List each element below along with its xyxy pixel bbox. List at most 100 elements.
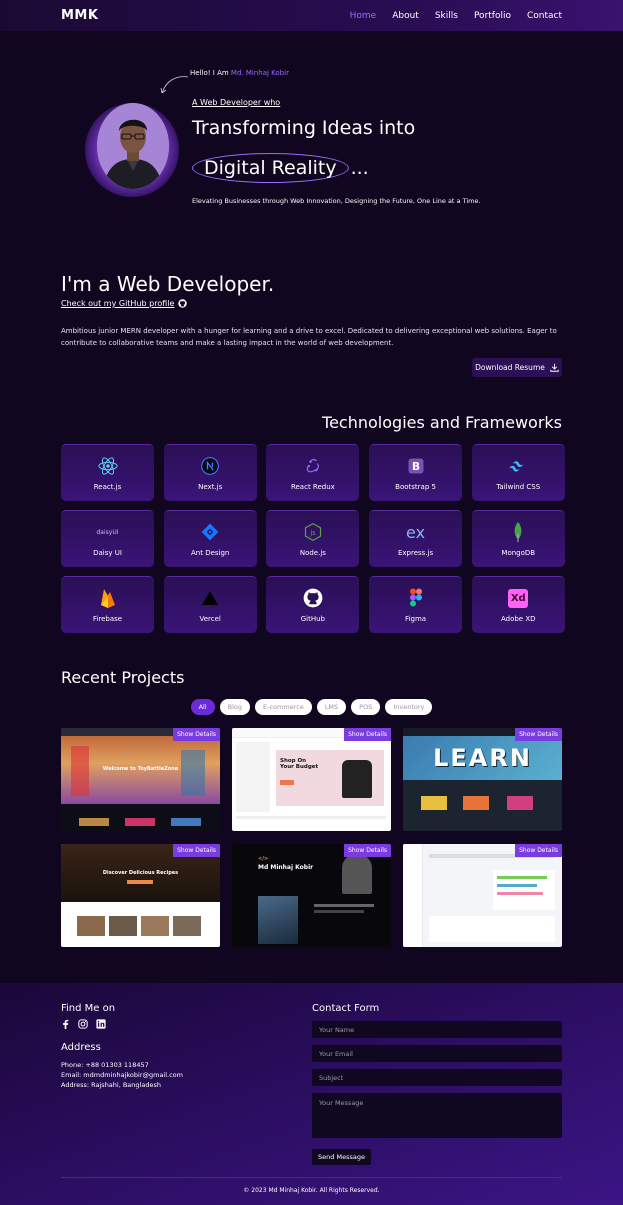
- tech-label: Firebase: [92, 615, 123, 623]
- facebook-icon[interactable]: [61, 1019, 70, 1029]
- filter-ecommerce[interactable]: E-commerce: [255, 699, 312, 715]
- tech-label: React.js: [93, 483, 122, 491]
- address-block: Phone: +88 01303 118457 Email: mdmdminha…: [61, 1060, 183, 1090]
- address-title: Address: [61, 1042, 101, 1053]
- express-icon: ex: [406, 522, 426, 542]
- tech-grid: React.js Next.js React Redux B Bootstrap…: [61, 444, 565, 633]
- tech-label: Adobe XD: [500, 615, 536, 623]
- social-links: [61, 1019, 106, 1029]
- hello-name: Md. Minhaj Kobir: [230, 69, 289, 77]
- tech-card-bootstrap: B Bootstrap 5: [369, 444, 463, 501]
- tech-card-mongodb: MongoDB: [471, 510, 565, 567]
- project-card-dashboard[interactable]: Show Details: [403, 844, 562, 947]
- vercel-icon: [199, 587, 221, 609]
- show-details-button[interactable]: Show Details: [515, 728, 562, 741]
- tech-card-express: ex Express.js: [369, 510, 463, 567]
- filter-pos[interactable]: POS: [351, 699, 381, 715]
- download-icon: [550, 363, 559, 372]
- nav-link-skills[interactable]: Skills: [435, 11, 458, 21]
- top-navbar: MMK Home About Skills Portfolio Contact: [0, 0, 623, 31]
- site-logo[interactable]: MMK: [61, 8, 98, 23]
- show-details-button[interactable]: Show Details: [173, 728, 220, 741]
- tech-label: GitHub: [300, 615, 325, 623]
- hero-tagline: Elevating Businesses through Web Innovat…: [192, 197, 481, 205]
- firebase-icon: [97, 587, 119, 609]
- contact-form-title: Contact Form: [312, 1003, 380, 1014]
- nav-link-portfolio[interactable]: Portfolio: [474, 11, 511, 21]
- subject-input[interactable]: Subject: [312, 1069, 562, 1086]
- hero-role: A Web Developer who: [192, 98, 281, 107]
- project-card-blog[interactable]: </> Md Minhaj Kobir Show Details: [232, 844, 391, 947]
- hero-title: Transforming Ideas into: [192, 117, 416, 139]
- tech-card-firebase: Firebase: [61, 576, 154, 633]
- tech-label: Daisy UI: [93, 549, 122, 557]
- download-resume-label: Download Resume: [475, 363, 545, 372]
- tailwind-icon: [507, 455, 529, 477]
- send-message-button[interactable]: Send Message: [312, 1149, 371, 1165]
- nav-link-about[interactable]: About: [392, 11, 419, 21]
- github-icon: [178, 299, 188, 308]
- github-profile-link[interactable]: Check out my GitHub profile: [61, 299, 188, 308]
- hello-prefix: Hello! I Am: [190, 69, 231, 77]
- footer-divider: [61, 1177, 562, 1178]
- project-card-learn[interactable]: LEARN Show Details: [403, 728, 562, 831]
- project-filters: All Blog E-commerce LMS POS Inventory: [0, 699, 623, 715]
- mongodb-icon: [507, 521, 529, 543]
- filter-inventory[interactable]: Inventory: [385, 699, 433, 715]
- filter-blog[interactable]: Blog: [219, 699, 251, 715]
- download-resume-button[interactable]: Download Resume: [472, 358, 562, 377]
- figma-icon: [405, 587, 427, 609]
- show-details-button[interactable]: Show Details: [173, 844, 220, 857]
- bootstrap-icon: B: [405, 455, 427, 477]
- tech-label: Bootstrap 5: [395, 483, 436, 491]
- adobexd-icon: Xd: [507, 587, 529, 609]
- hero-ellipsis: ...: [350, 157, 369, 179]
- hero-highlight-row: Digital Reality ...: [192, 152, 369, 184]
- name-input[interactable]: Your Name: [312, 1021, 562, 1038]
- message-textarea[interactable]: Your Message: [312, 1093, 562, 1138]
- nav-link-contact[interactable]: Contact: [527, 11, 562, 21]
- daisyui-icon: daisyUI: [96, 528, 119, 536]
- redux-icon: [302, 455, 324, 477]
- project-card-recipe[interactable]: Discover Delicious Recipes Show Details: [61, 844, 220, 947]
- find-me-title: Find Me on: [61, 1003, 116, 1014]
- linkedin-icon[interactable]: [96, 1019, 106, 1029]
- tech-label: Ant Design: [191, 549, 230, 557]
- email-input[interactable]: Your Email: [312, 1045, 562, 1062]
- tech-label: MongoDB: [501, 549, 536, 557]
- screenshot-hero: Welcome to ToyBattleZone: [61, 736, 220, 804]
- tech-label: Next.js: [198, 483, 223, 491]
- tech-card-tailwind: Tailwind CSS: [471, 444, 565, 501]
- tech-card-antdesign: Ant Design: [163, 510, 257, 567]
- project-card-toy[interactable]: Welcome to ToyBattleZone Show Details: [61, 728, 220, 831]
- tech-card-figma: Figma: [369, 576, 463, 633]
- tech-label: Express.js: [397, 549, 434, 557]
- tech-card-vercel: Vercel: [163, 576, 257, 633]
- show-details-button[interactable]: Show Details: [344, 844, 391, 857]
- svg-text:B: B: [412, 461, 420, 473]
- antdesign-icon: [199, 521, 221, 543]
- filter-all[interactable]: All: [190, 699, 215, 715]
- tech-section-title: Technologies and Frameworks: [322, 413, 562, 432]
- copyright-text: © 2023 Md Minhaj Kobir. All Rights Reser…: [243, 1187, 380, 1194]
- projects-grid: Welcome to ToyBattleZone Show Details Sh…: [61, 728, 562, 947]
- github-icon: [302, 587, 324, 609]
- tech-card-github: GitHub: [266, 576, 360, 633]
- filter-lms[interactable]: LMS: [316, 699, 347, 715]
- tech-card-daisyui: daisyUI Daisy UI: [61, 510, 154, 567]
- show-details-button[interactable]: Show Details: [344, 728, 391, 741]
- curved-arrow-icon: [160, 76, 189, 94]
- tech-card-nodejs: js Node.js: [266, 510, 360, 567]
- tech-label: React Redux: [290, 483, 335, 491]
- project-card-shop[interactable]: Shop On Your Budget Show Details: [232, 728, 391, 831]
- hero-highlight: Digital Reality: [192, 153, 349, 183]
- nav-link-home[interactable]: Home: [350, 11, 377, 21]
- nodejs-icon: js: [302, 521, 324, 543]
- svg-text:js: js: [309, 529, 316, 537]
- tech-label: Figma: [405, 615, 427, 623]
- instagram-icon[interactable]: [78, 1019, 88, 1029]
- show-details-button[interactable]: Show Details: [515, 844, 562, 857]
- projects-title: Recent Projects: [61, 668, 185, 687]
- about-description: Ambitious junior MERN developer with a h…: [61, 327, 557, 347]
- tech-label: Tailwind CSS: [496, 483, 541, 491]
